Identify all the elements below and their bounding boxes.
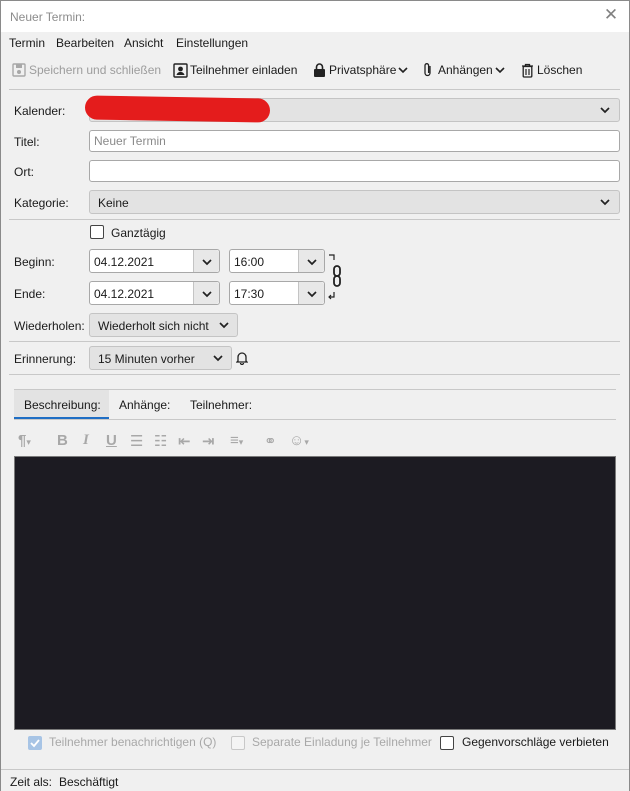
invite-label: Teilnehmer einladen (190, 63, 298, 77)
event-dialog: Neuer Termin: ✕ Termin Bearbeiten Ansich… (0, 0, 630, 791)
invite-button[interactable]: Teilnehmer einladen (172, 59, 297, 81)
end-date-value: 04.12.2021 (94, 287, 155, 301)
divider (9, 341, 620, 342)
calendar-label: Kalender: (14, 104, 66, 118)
start-time-input[interactable]: 16:00 (229, 249, 325, 273)
reminder-value: 15 Minuten vorher (98, 352, 195, 366)
end-label: Ende: (14, 287, 46, 301)
end-time-input[interactable]: 17:30 (229, 281, 325, 305)
save-close-button[interactable]: Speichern und schließen (11, 59, 161, 81)
reminder-label: Erinnerung: (14, 352, 77, 366)
location-input[interactable] (89, 160, 620, 182)
start-label: Beginn: (14, 255, 55, 269)
menu-einstellungen[interactable]: Einstellungen (176, 36, 248, 50)
status-value[interactable]: Beschäftigt (59, 775, 118, 789)
end-time-dropdown[interactable] (298, 282, 324, 304)
save-icon (11, 62, 27, 78)
menu-bearbeiten[interactable]: Bearbeiten (56, 36, 114, 50)
start-date-dropdown[interactable] (193, 250, 219, 272)
indent-icon[interactable]: ⇥ (202, 432, 215, 450)
redaction-mark (84, 95, 271, 123)
category-label: Kategorie: (14, 196, 69, 210)
bell-icon[interactable] (235, 351, 249, 368)
notify-label: Teilnehmer benachrichtigen (Q) (49, 735, 217, 749)
allday-checkbox[interactable] (90, 225, 104, 239)
start-date-input[interactable]: 04.12.2021 (89, 249, 220, 273)
chevron-down-icon (495, 63, 505, 77)
delete-button[interactable]: Löschen (519, 59, 582, 81)
end-time-value: 17:30 (234, 287, 265, 301)
title-label: Titel: (14, 135, 40, 149)
tab-bar: Beschreibung: Anhänge: Teilnehmer: (14, 389, 616, 420)
tab-description[interactable]: Beschreibung: (14, 390, 109, 419)
paragraph-icon[interactable]: ¶▾ (18, 432, 31, 449)
repeat-value: Wiederholt sich nicht (98, 319, 209, 333)
separate-invite-checkbox[interactable] (231, 736, 245, 750)
save-close-label: Speichern und schließen (29, 63, 162, 77)
privacy-label: Privatsphäre (329, 63, 397, 77)
bullet-list-icon[interactable]: ☰ (130, 432, 143, 450)
privacy-button[interactable]: Privatsphäre (311, 59, 408, 81)
start-date-value: 04.12.2021 (94, 255, 155, 269)
close-icon[interactable]: ✕ (603, 6, 619, 23)
divider (9, 89, 620, 90)
description-editor[interactable] (14, 456, 616, 730)
category-select[interactable]: Keine (89, 190, 620, 214)
chevron-down-icon (599, 104, 611, 116)
trash-icon (519, 62, 535, 78)
tab-attachments[interactable]: Anhänge: (109, 390, 180, 419)
outdent-icon[interactable]: ⇤ (178, 432, 191, 450)
repeat-select[interactable]: Wiederholt sich nicht (89, 313, 238, 337)
link-icon[interactable]: ⚭ (264, 432, 277, 450)
status-bar: Zeit als: Beschäftigt (1, 769, 629, 791)
allday-label: Ganztägig (111, 226, 166, 240)
end-date-dropdown[interactable] (193, 282, 219, 304)
status-label: Zeit als: (10, 775, 53, 789)
reminder-select[interactable]: 15 Minuten vorher (89, 346, 232, 370)
end-date-input[interactable]: 04.12.2021 (89, 281, 220, 305)
location-label: Ort: (14, 165, 34, 179)
divider (9, 219, 620, 220)
divider (9, 374, 620, 375)
menu-bar: Termin Bearbeiten Ansicht Einstellungen (1, 32, 629, 54)
chevron-down-icon (599, 196, 611, 208)
title-bar: Neuer Termin: ✕ (1, 1, 629, 32)
start-time-dropdown[interactable] (298, 250, 324, 272)
underline-icon[interactable]: U (106, 432, 117, 449)
align-icon[interactable]: ≡▾ (230, 432, 243, 449)
category-value: Keine (98, 196, 129, 210)
no-counter-label: Gegenvorschläge verbieten (462, 735, 609, 749)
contact-icon (172, 62, 188, 78)
numbered-list-icon[interactable]: ☷ (154, 432, 167, 450)
separate-invite-label: Separate Einladung je Teilnehmer (252, 735, 432, 749)
tab-attendees[interactable]: Teilnehmer: (180, 390, 262, 419)
title-input[interactable]: Neuer Termin (89, 130, 620, 152)
start-time-value: 16:00 (234, 255, 265, 269)
chevron-down-icon (398, 63, 408, 77)
attach-button[interactable]: Anhängen (420, 59, 505, 81)
chevron-down-icon (218, 319, 230, 331)
link-timezone-icon[interactable] (327, 254, 343, 305)
window-title: Neuer Termin: (10, 10, 86, 24)
no-counter-checkbox[interactable] (440, 736, 454, 750)
toolbar: Speichern und schließen Teilnehmer einla… (1, 56, 629, 83)
paperclip-icon (420, 62, 436, 78)
chevron-down-icon (212, 352, 224, 364)
menu-termin[interactable]: Termin (9, 36, 45, 50)
format-toolbar: ¶▾ B I U ☰ ☷ ⇤ ⇥ ≡▾ ⚭ ☺▾ (14, 429, 616, 453)
menu-ansicht[interactable]: Ansicht (124, 36, 163, 50)
attach-label: Anhängen (438, 63, 493, 77)
repeat-label: Wiederholen: (14, 319, 85, 333)
italic-icon[interactable]: I (83, 432, 89, 449)
emoji-icon[interactable]: ☺▾ (289, 432, 309, 449)
delete-label: Löschen (537, 63, 583, 77)
notify-checkbox[interactable] (28, 736, 42, 750)
lock-icon (311, 62, 327, 78)
bold-icon[interactable]: B (57, 432, 68, 449)
